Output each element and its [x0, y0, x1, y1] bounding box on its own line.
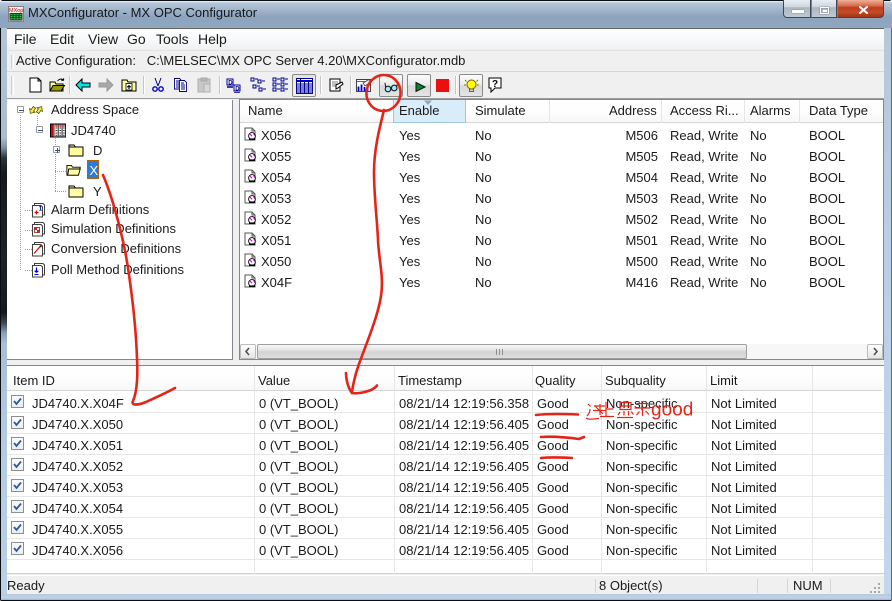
- svg-text:1: 1: [39, 206, 43, 213]
- svg-text:D: D: [235, 86, 240, 92]
- svg-text:D: D: [228, 80, 233, 86]
- svg-text:?: ?: [492, 79, 498, 90]
